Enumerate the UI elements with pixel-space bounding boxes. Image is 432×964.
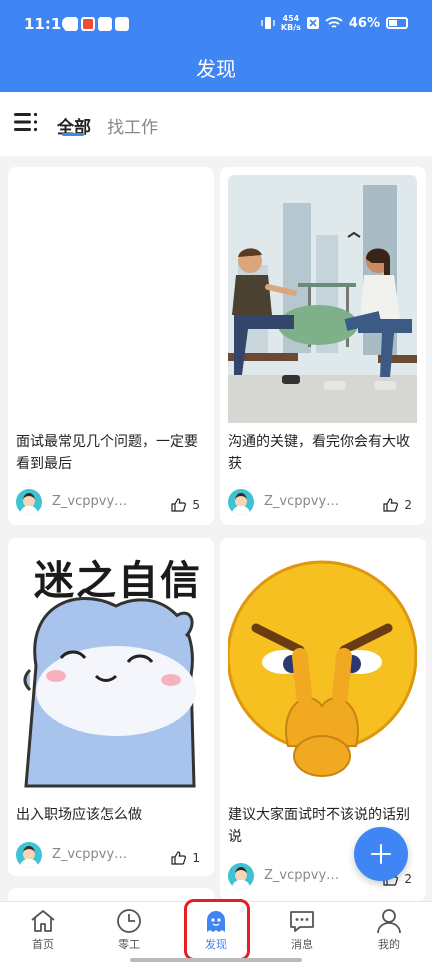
thumbs-up-icon bbox=[171, 498, 187, 512]
author-name: Z_vcppvy… bbox=[52, 494, 128, 509]
vibrate-icon bbox=[261, 17, 275, 29]
thumbs-up-icon bbox=[171, 851, 187, 865]
author-name: Z_vcppvy… bbox=[52, 847, 128, 862]
like-count[interactable]: 5 bbox=[171, 498, 200, 512]
message-icon bbox=[290, 911, 314, 932]
post-title: 出入职场应该怎么做 bbox=[16, 807, 142, 823]
post-card[interactable]: 迷之自信 出入职场应该怎么做 Z_vcppvy… 1 bbox=[8, 538, 214, 876]
wifi-icon bbox=[325, 17, 343, 28]
status-bar: 11:10 454 KB/s 46% bbox=[0, 0, 432, 50]
post-cover-image bbox=[228, 175, 417, 423]
notification-app-icon bbox=[98, 17, 112, 31]
notification-app-icon bbox=[64, 17, 78, 31]
meme-caption: 迷之自信 bbox=[34, 557, 202, 604]
person-icon bbox=[377, 909, 401, 934]
active-nav-highlight bbox=[184, 899, 250, 961]
author-avatar[interactable] bbox=[16, 489, 42, 515]
post-title: 沟通的关键，看完你会有大收获 bbox=[228, 434, 410, 472]
tab-bar: 全部 找工作 bbox=[0, 92, 432, 156]
notification-icons bbox=[64, 17, 129, 31]
nav-profile[interactable]: 我的 bbox=[359, 908, 419, 952]
nav-gig[interactable]: 零工 bbox=[99, 908, 159, 952]
nav-messages[interactable]: 消息 bbox=[272, 908, 332, 952]
notification-app-icon bbox=[81, 17, 95, 31]
post-card[interactable]: 面试最常见几个问题，一定要看到最后 Z_vcppvy… 5 bbox=[8, 167, 214, 525]
author-name: Z_vcppvy… bbox=[264, 868, 340, 883]
battery-icon bbox=[386, 17, 408, 29]
thumbs-up-icon bbox=[383, 498, 399, 512]
author-name: Z_vcppvy… bbox=[264, 494, 340, 509]
author-avatar[interactable] bbox=[228, 863, 254, 889]
page-title: 发现 bbox=[0, 50, 432, 92]
status-indicators: 454 KB/s 46% bbox=[261, 14, 408, 32]
author-avatar[interactable] bbox=[16, 842, 42, 868]
nav-home[interactable]: 首页 bbox=[13, 908, 73, 952]
tab-find-job[interactable]: 找工作 bbox=[107, 113, 158, 138]
home-indicator[interactable] bbox=[130, 958, 302, 962]
battery-level: 46% bbox=[348, 15, 380, 31]
add-post-button[interactable] bbox=[354, 827, 408, 881]
post-card[interactable]: 沟通的关键，看完你会有大收获 Z_vcppvy… 2 bbox=[220, 167, 426, 525]
home-icon bbox=[31, 910, 55, 932]
like-count[interactable]: 1 bbox=[171, 851, 200, 865]
like-count[interactable]: 2 bbox=[383, 498, 412, 512]
post-title: 面试最常见几个问题，一定要看到最后 bbox=[16, 434, 198, 472]
author-avatar[interactable] bbox=[228, 489, 254, 515]
network-speed: 454 KB/s bbox=[280, 14, 301, 32]
post-cover-image bbox=[228, 546, 417, 786]
category-menu-icon[interactable] bbox=[14, 112, 38, 132]
active-tab-indicator bbox=[62, 133, 84, 136]
clock-icon bbox=[117, 909, 141, 933]
signal-off-icon bbox=[306, 17, 319, 29]
notification-app-icon bbox=[115, 17, 129, 31]
